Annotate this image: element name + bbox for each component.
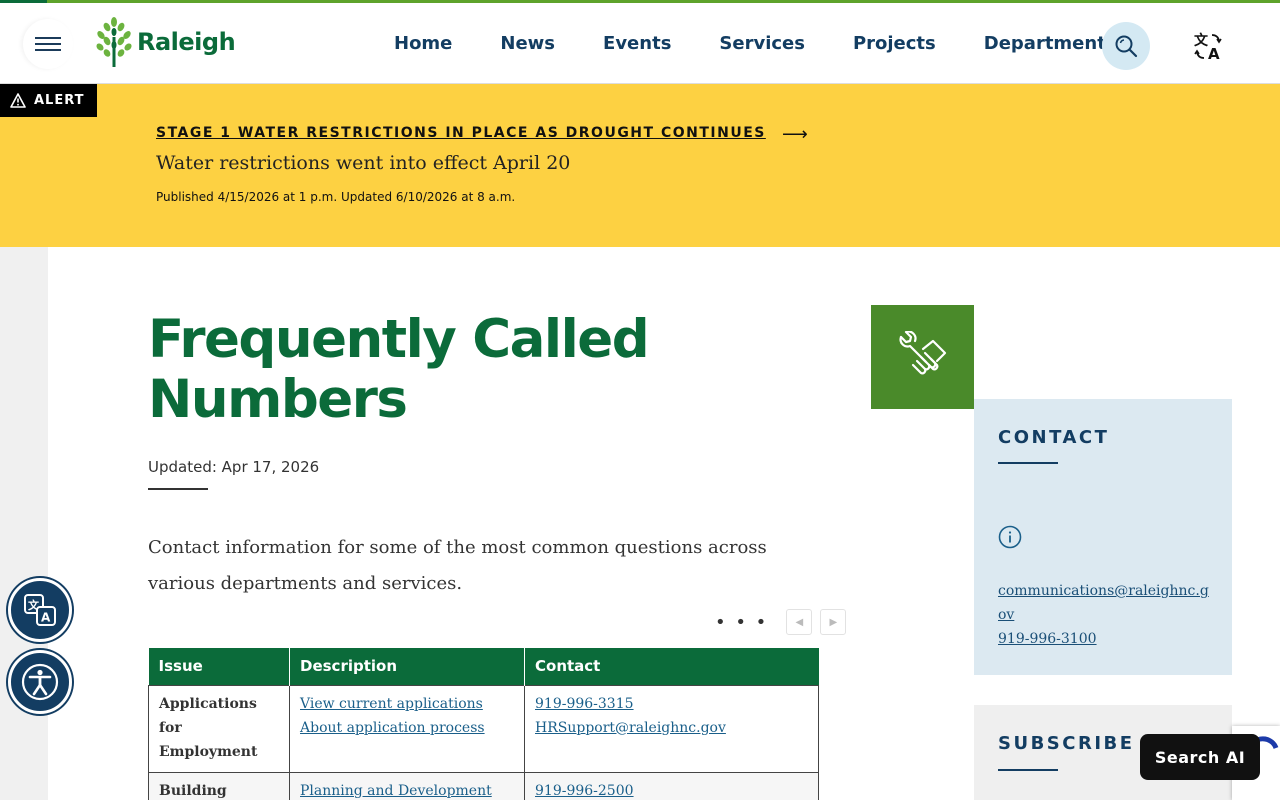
raleigh-logo[interactable]: Raleigh [95, 17, 236, 67]
contact-card: CONTACT communications@raleighnc.gov 919… [974, 399, 1232, 675]
logo-text: Raleigh [137, 28, 236, 56]
alert-subtitle: Water restrictions went into effect Apri… [156, 152, 571, 174]
alert-headline-link[interactable]: STAGE 1 WATER RESTRICTIONS IN PLACE AS D… [156, 125, 766, 141]
contact-cell: 919-996-2500 [524, 771, 819, 800]
updated-divider [148, 488, 208, 490]
contact-email-link[interactable]: communications@raleighnc.gov [998, 579, 1210, 627]
subscribe-heading-rule [998, 769, 1058, 771]
phone-link[interactable]: 919-996-2500 [535, 779, 808, 800]
scroll-right-button[interactable]: ▶ [820, 609, 847, 635]
hamburger-menu-button[interactable] [23, 19, 73, 69]
svg-text:A: A [41, 611, 51, 625]
translate-icon: 文 A [24, 594, 56, 626]
updated-date: Updated: Apr 17, 2026 [148, 458, 320, 476]
accessibility-icon [21, 663, 59, 701]
intro-paragraph: Contact information for some of the most… [148, 537, 767, 594]
contact-cell: 919-996-3315 HRSupport@raleighnc.gov [524, 684, 819, 773]
oak-tree-icon [96, 17, 132, 67]
site-header: Raleigh Home News Events Services Projec… [0, 0, 1280, 84]
nav-events[interactable]: Events [603, 33, 671, 54]
search-ai-button[interactable]: Search AI [1140, 734, 1260, 780]
translate-icon: 文 A [1194, 32, 1222, 61]
warning-icon [10, 93, 26, 108]
search-icon [1115, 35, 1138, 58]
handshake-wrench-icon [898, 331, 946, 375]
alert-published-meta: Published 4/15/2026 at 1 p.m. Updated 6/… [156, 190, 516, 204]
nav-services[interactable]: Services [719, 33, 805, 54]
nav-departments[interactable]: Departments [984, 33, 1117, 54]
planning-development-link[interactable]: Planning and Development [300, 779, 514, 800]
alert-tag: ALERT [0, 84, 97, 117]
service-category-tile [871, 305, 974, 409]
table-header-row: Issue Description Contact [148, 648, 819, 685]
info-icon [998, 525, 1022, 549]
contact-phone-link[interactable]: 919-996-3100 [998, 627, 1097, 651]
application-process-link[interactable]: About application process [300, 716, 514, 740]
translate-button[interactable]: 文 A [1192, 29, 1228, 63]
description-cell: View current applications About applicat… [289, 684, 525, 773]
language-assist-button[interactable]: 文 A [8, 578, 72, 642]
view-applications-link[interactable]: View current applications [300, 692, 514, 716]
more-indicator: • • • [715, 611, 769, 633]
nav-news[interactable]: News [500, 33, 555, 54]
issue-cell: Building [148, 771, 290, 800]
scroll-left-button[interactable]: ◀ [786, 609, 813, 635]
contacts-table: Issue Description Contact Applications f… [148, 648, 819, 800]
search-button[interactable] [1102, 22, 1150, 70]
main-nav: Home News Events Services Projects Depar… [394, 33, 1117, 54]
table-row: Applications for Employment View current… [148, 684, 819, 773]
subscribe-heading: SUBSCRIBE [998, 733, 1135, 754]
header-accent [0, 0, 47, 3]
email-link[interactable]: HRSupport@raleighnc.gov [535, 716, 808, 740]
nav-projects[interactable]: Projects [853, 33, 936, 54]
arrow-right-icon[interactable]: ⟶ [782, 124, 808, 145]
table-row: Building Planning and Development 919-99… [148, 771, 819, 800]
column-header-contact: Contact [524, 648, 819, 685]
svg-text:文: 文 [1194, 32, 1209, 49]
column-header-description: Description [289, 648, 525, 685]
contact-heading: CONTACT [998, 427, 1110, 448]
table-scroll-controls: • • • ◀ ▶ [715, 609, 847, 635]
page-title: Frequently Called Numbers [148, 309, 650, 430]
svg-text:A: A [1208, 45, 1220, 61]
nav-home[interactable]: Home [394, 33, 452, 54]
phone-link[interactable]: 919-996-3315 [535, 692, 808, 716]
issue-cell: Applications for Employment [148, 684, 290, 773]
alert-tag-label: ALERT [34, 93, 85, 108]
contact-heading-rule [998, 462, 1058, 464]
column-header-issue: Issue [148, 648, 290, 685]
accessibility-button[interactable] [8, 650, 72, 714]
description-cell: Planning and Development [289, 771, 525, 800]
